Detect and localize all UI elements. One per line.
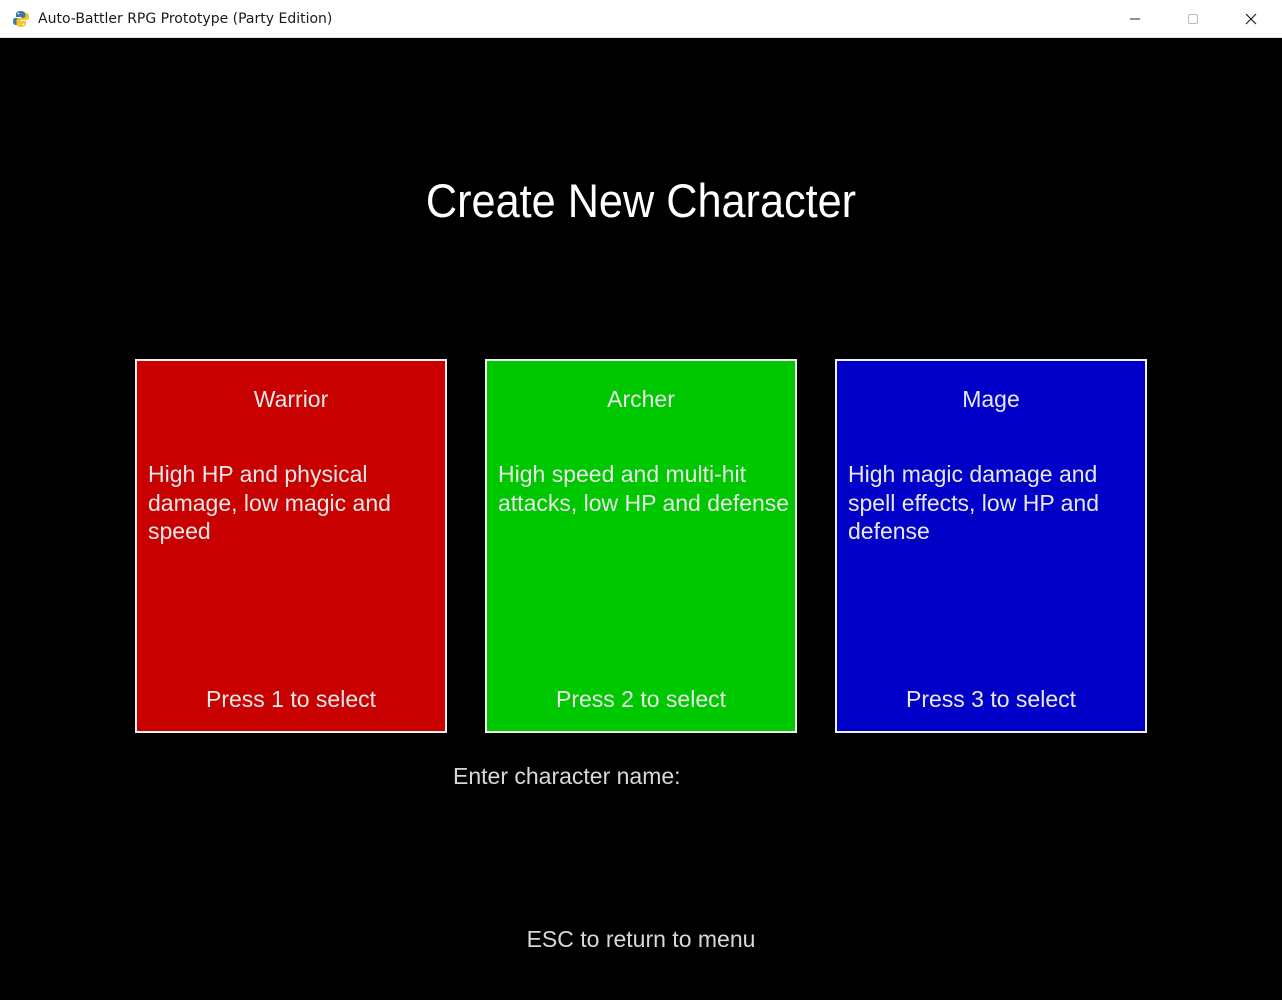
- maximize-icon: [1188, 14, 1198, 24]
- minimize-button[interactable]: [1106, 0, 1164, 38]
- class-name: Warrior: [253, 386, 329, 412]
- class-name: Mage: [962, 386, 1020, 412]
- python-snake-icon: [12, 10, 30, 28]
- class-select-hint: Press 3 to select: [905, 686, 1077, 712]
- character-name-prompt[interactable]: Enter character name:: [453, 762, 681, 790]
- class-description: High HP and physical damage, low magic a…: [148, 461, 391, 544]
- close-icon: [1245, 13, 1257, 25]
- class-description: High speed and multi-hit attacks, low HP…: [498, 461, 790, 516]
- class-card-mage[interactable]: Mage High magic damage and spell effects…: [835, 359, 1147, 733]
- game-canvas[interactable]: Create New Character Warrior High HP and…: [0, 38, 1282, 1000]
- class-select-hint: Press 1 to select: [205, 686, 377, 712]
- title-bar[interactable]: Auto-Battler RPG Prototype (Party Editio…: [0, 0, 1282, 38]
- class-card-archer[interactable]: Archer High speed and multi-hit attacks,…: [485, 359, 797, 733]
- minimize-icon: [1130, 18, 1140, 20]
- class-description: High magic damage and spell effects, low…: [848, 461, 1100, 544]
- close-button[interactable]: [1222, 0, 1280, 38]
- esc-return-hint: ESC to return to menu: [526, 926, 756, 952]
- page-title: Create New Character: [425, 174, 857, 227]
- window-title: Auto-Battler RPG Prototype (Party Editio…: [38, 11, 333, 27]
- class-name: Archer: [607, 386, 675, 412]
- class-card-warrior[interactable]: Warrior High HP and physical damage, low…: [135, 359, 447, 733]
- class-select-hint: Press 2 to select: [555, 686, 727, 712]
- maximize-button[interactable]: [1164, 0, 1222, 38]
- game-window: Auto-Battler RPG Prototype (Party Editio…: [0, 0, 1282, 1000]
